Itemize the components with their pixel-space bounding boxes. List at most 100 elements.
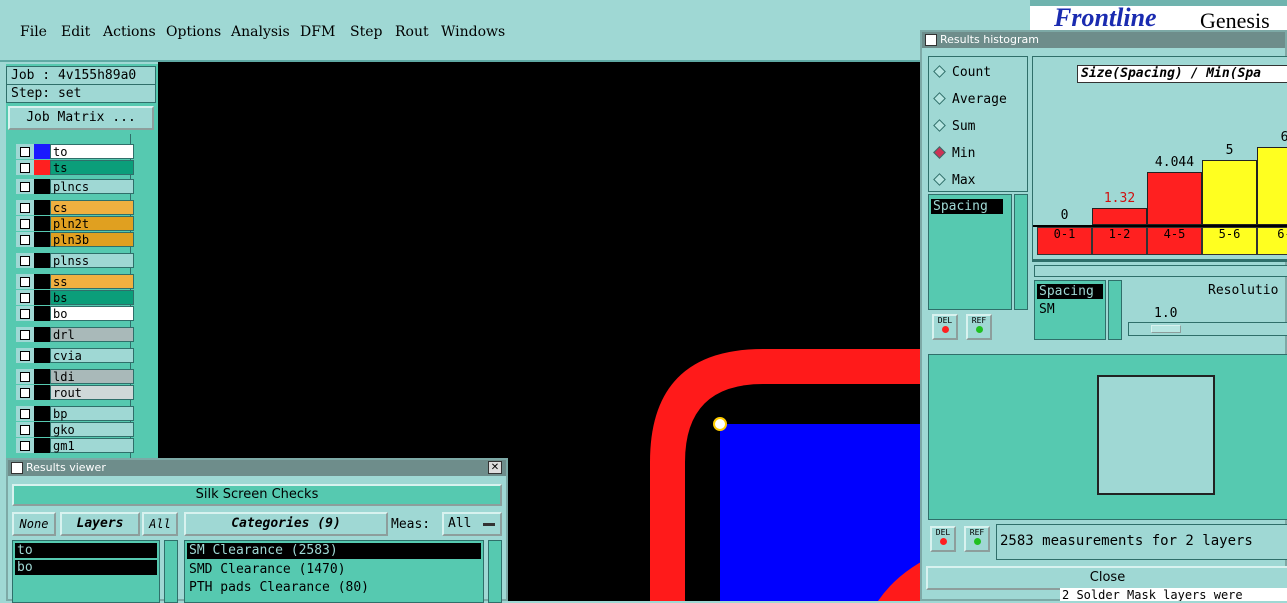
layer-name[interactable]: gm1 — [50, 438, 134, 453]
menu-options[interactable]: Options — [166, 24, 221, 40]
menu-dfm[interactable]: DFM — [300, 24, 335, 40]
layer-color-swatch[interactable] — [34, 385, 50, 400]
close-icon[interactable]: ✕ — [488, 461, 502, 474]
layer-color-swatch[interactable] — [34, 369, 50, 384]
layer-checkbox[interactable] — [16, 216, 34, 231]
category-label[interactable]: 4-5 — [1147, 227, 1202, 255]
chart-hscrollbar[interactable] — [1034, 265, 1287, 277]
histogram-bar[interactable] — [1147, 172, 1202, 225]
layer-scrollbar[interactable] — [130, 134, 158, 460]
menu-edit[interactable]: Edit — [61, 24, 90, 40]
list-item[interactable]: Spacing — [1037, 284, 1103, 299]
radio-max[interactable]: Max — [933, 173, 975, 188]
layer-checkbox[interactable] — [16, 385, 34, 400]
layer-checkbox[interactable] — [16, 290, 34, 305]
layers-button[interactable]: Layers — [60, 512, 140, 536]
resolution-list[interactable]: Spacing SM — [1034, 280, 1106, 340]
list-item[interactable]: SM Clearance (2583) — [187, 543, 481, 559]
categories-scrollbar[interactable] — [488, 540, 502, 603]
menu-step[interactable]: Step — [350, 24, 382, 40]
list-item[interactable]: SM — [1037, 302, 1103, 317]
menu-windows[interactable]: Windows — [441, 24, 505, 40]
layer-name[interactable]: plnss — [50, 253, 134, 268]
layer-color-swatch[interactable] — [34, 406, 50, 421]
categories-button[interactable]: Categories (9) — [184, 512, 388, 536]
layer-name[interactable]: pln3b — [50, 232, 134, 247]
layer-checkbox[interactable] — [16, 369, 34, 384]
layer-name[interactable]: bp — [50, 406, 134, 421]
meas-select[interactable]: All — [442, 512, 502, 536]
layer-name[interactable]: plncs — [50, 179, 134, 194]
layer-color-swatch[interactable] — [34, 216, 50, 231]
layer-name[interactable]: bo — [50, 306, 134, 321]
ref-button-2[interactable]: REF — [964, 526, 990, 552]
layer-name[interactable]: drl — [50, 327, 134, 342]
categories-listbox[interactable]: SM Clearance (2583) SMD Clearance (1470)… — [184, 540, 484, 603]
layer-name[interactable]: gko — [50, 422, 134, 437]
layer-checkbox[interactable] — [16, 327, 34, 342]
layer-checkbox[interactable] — [16, 179, 34, 194]
layer-checkbox[interactable] — [16, 144, 34, 159]
layer-checkbox[interactable] — [16, 348, 34, 363]
measure-listbox[interactable]: Spacing — [928, 194, 1012, 310]
layer-name[interactable]: cs — [50, 200, 134, 215]
histogram-bar[interactable] — [1257, 147, 1287, 225]
silk-screen-checks-header[interactable]: Silk Screen Checks — [12, 484, 502, 506]
layer-name[interactable]: bs — [50, 290, 134, 305]
histogram-bar[interactable] — [1202, 160, 1257, 225]
layer-checkbox[interactable] — [16, 274, 34, 289]
layer-checkbox[interactable] — [16, 406, 34, 421]
layer-list-scrollbar[interactable] — [164, 540, 178, 603]
layer-color-swatch[interactable] — [34, 327, 50, 342]
layer-color-swatch[interactable] — [34, 253, 50, 268]
all-button[interactable]: All — [142, 512, 178, 536]
layer-color-swatch[interactable] — [34, 438, 50, 453]
layer-checkbox[interactable] — [16, 232, 34, 247]
layer-color-swatch[interactable] — [34, 232, 50, 247]
del-button[interactable]: DEL — [932, 314, 958, 340]
menu-actions[interactable]: Actions — [103, 24, 156, 40]
histogram-bar[interactable] — [1092, 208, 1147, 225]
layer-color-swatch[interactable] — [34, 144, 50, 159]
list-item[interactable]: to — [15, 543, 157, 558]
none-button[interactable]: None — [12, 512, 56, 536]
radio-sum[interactable]: Sum — [933, 119, 975, 134]
category-label[interactable]: 1-2 — [1092, 227, 1147, 255]
radio-average[interactable]: Average — [933, 92, 1007, 107]
menu-analysis[interactable]: Analysis — [231, 24, 290, 40]
del-button-2[interactable]: DEL — [930, 526, 956, 552]
layer-color-swatch[interactable] — [34, 274, 50, 289]
layer-checkbox[interactable] — [16, 253, 34, 268]
layer-color-swatch[interactable] — [34, 348, 50, 363]
list-item[interactable]: PTH pads Clearance (80) — [187, 579, 481, 597]
layer-name[interactable]: ss — [50, 274, 134, 289]
layer-checkbox[interactable] — [16, 438, 34, 453]
layer-name[interactable]: cvia — [50, 348, 134, 363]
list-item[interactable]: SMD Clearance (1470) — [187, 561, 481, 579]
list-item[interactable]: Spacing — [931, 199, 1003, 214]
menu-file[interactable]: File — [20, 24, 47, 40]
category-label[interactable]: 6- — [1257, 227, 1287, 255]
category-label[interactable]: 5-6 — [1202, 227, 1257, 255]
measure-scrollbar[interactable] — [1014, 194, 1028, 310]
job-matrix-button[interactable]: Job Matrix ... — [8, 106, 154, 130]
slider-handle[interactable] — [1151, 325, 1181, 333]
ref-button[interactable]: REF — [966, 314, 992, 340]
results-viewer-titlebar[interactable]: Results viewer ✕ — [8, 460, 506, 476]
layer-name[interactable]: ldi — [50, 369, 134, 384]
layer-color-swatch[interactable] — [34, 290, 50, 305]
list-item[interactable]: bo — [15, 560, 157, 575]
menu-rout[interactable]: Rout — [395, 24, 429, 40]
radio-count[interactable]: Count — [933, 65, 991, 80]
layer-name[interactable]: pln2t — [50, 216, 134, 231]
histogram-titlebar[interactable]: Results histogram — [922, 32, 1285, 48]
category-label[interactable]: 0-1 — [1037, 227, 1092, 255]
layer-checkbox[interactable] — [16, 422, 34, 437]
layer-name[interactable]: to — [50, 144, 134, 159]
layer-checkbox[interactable] — [16, 306, 34, 321]
layer-name[interactable]: rout — [50, 385, 134, 400]
layer-color-swatch[interactable] — [34, 200, 50, 215]
layer-color-swatch[interactable] — [34, 179, 50, 194]
layer-color-swatch[interactable] — [34, 422, 50, 437]
layer-checkbox[interactable] — [16, 200, 34, 215]
